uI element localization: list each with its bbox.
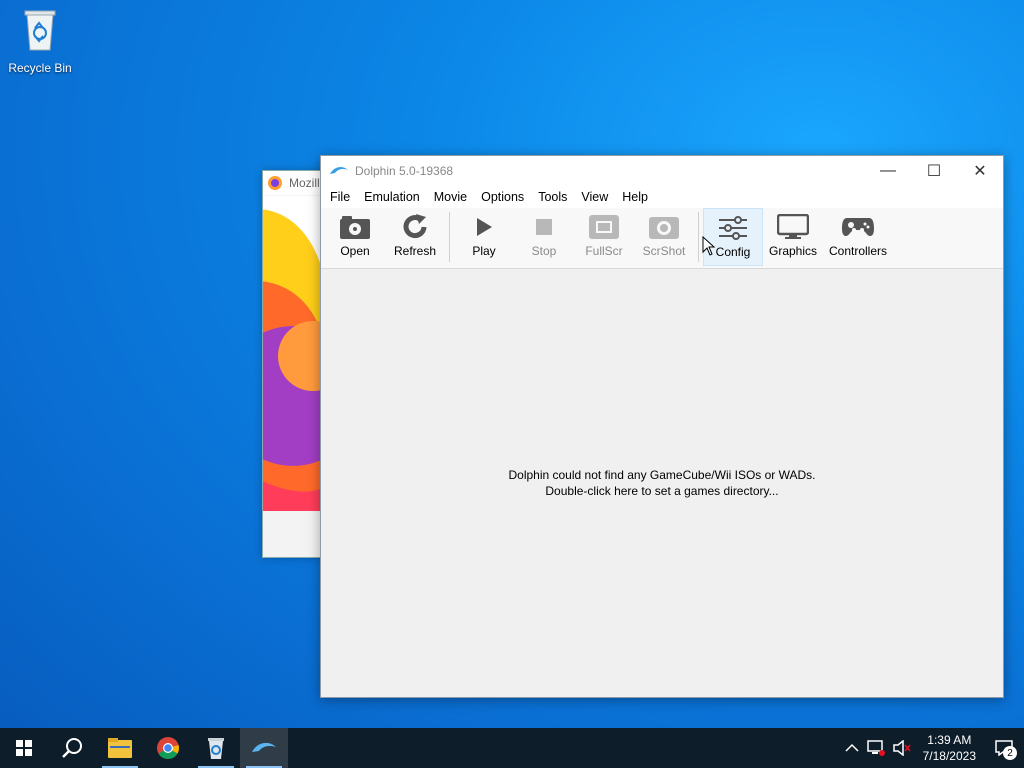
play-button[interactable]: Play	[454, 208, 514, 266]
recycle-app-icon	[208, 738, 224, 759]
refresh-label: Refresh	[393, 244, 437, 258]
taskbar-dolphin[interactable]	[240, 728, 288, 768]
fullscreen-button[interactable]: FullScr	[574, 208, 634, 266]
menu-file[interactable]: File	[323, 190, 357, 204]
empty-message-line2: Double-click here to set a games directo…	[545, 484, 779, 498]
camera-icon	[649, 217, 679, 239]
stop-label: Stop	[531, 244, 557, 258]
menu-tools[interactable]: Tools	[531, 190, 574, 204]
refresh-icon	[403, 214, 427, 239]
start-button[interactable]	[0, 728, 48, 768]
volume-muted-icon	[892, 740, 911, 756]
taskbar-file-explorer[interactable]	[96, 728, 144, 768]
open-label: Open	[340, 244, 370, 258]
browser-titlebar[interactable]: Mozill	[263, 171, 325, 195]
open-button[interactable]: Open	[325, 208, 385, 266]
window-titlebar[interactable]: Dolphin 5.0-19368 — ☐ ✕	[321, 156, 1003, 186]
menu-emulation[interactable]: Emulation	[357, 190, 427, 204]
close-button[interactable]: ✕	[957, 156, 1003, 186]
search-button[interactable]	[48, 728, 96, 768]
taskbar: 1:39 AM 7/18/2023 2	[0, 728, 1024, 768]
chrome-icon	[157, 737, 179, 759]
show-hidden-icons-button[interactable]	[841, 728, 863, 768]
play-icon	[477, 218, 492, 236]
refresh-button[interactable]: Refresh	[385, 208, 445, 266]
recycle-bin-icon	[24, 10, 56, 51]
recycle-bin-label: Recycle Bin	[8, 61, 72, 75]
controllers-button[interactable]: Controllers	[823, 208, 893, 266]
file-explorer-icon	[108, 738, 132, 758]
start-icon	[16, 740, 32, 756]
folder-open-icon	[340, 216, 370, 239]
minimize-button[interactable]: —	[865, 156, 911, 186]
dolphin-icon	[252, 742, 276, 752]
gamepad-icon	[842, 218, 874, 237]
network-button[interactable]	[863, 728, 889, 768]
menu-options[interactable]: Options	[474, 190, 531, 204]
menu-movie[interactable]: Movie	[427, 190, 474, 204]
toolbar: Open Refresh Play Stop FullScr ScrShot C…	[321, 208, 1003, 269]
stop-button[interactable]: Stop	[514, 208, 574, 266]
dolphin-app-icon	[330, 166, 348, 174]
toolbar-separator	[449, 212, 450, 262]
desktop-icon-recycle-bin[interactable]: Recycle Bin	[6, 6, 74, 75]
config-label: Config	[715, 245, 751, 259]
menu-bar: File Emulation Movie Options Tools View …	[321, 186, 1003, 208]
window-title: Dolphin 5.0-19368	[355, 164, 454, 178]
firefox-splash-art	[263, 196, 325, 511]
network-icon	[866, 740, 885, 756]
clock-time: 1:39 AM	[927, 733, 972, 747]
mouse-cursor-icon	[702, 236, 716, 256]
action-center-button[interactable]: 2	[984, 728, 1024, 768]
firefox-icon	[268, 176, 282, 190]
stop-icon	[536, 219, 552, 235]
taskbar-chrome[interactable]	[144, 728, 192, 768]
fullscreen-label: FullScr	[585, 244, 623, 258]
clock-date: 7/18/2023	[922, 749, 976, 763]
screenshot-button[interactable]: ScrShot	[634, 208, 694, 266]
graphics-label: Graphics	[768, 244, 818, 258]
toolbar-separator	[698, 212, 699, 262]
monitor-icon	[777, 214, 809, 239]
notification-count-badge: 2	[1003, 746, 1017, 760]
background-browser-window[interactable]: Mozill	[262, 170, 326, 558]
maximize-button[interactable]: ☐	[911, 156, 957, 186]
sliders-icon	[719, 216, 747, 240]
game-list-area[interactable]: Dolphin could not find any GameCube/Wii …	[321, 269, 1003, 697]
dolphin-window[interactable]: Dolphin 5.0-19368 — ☐ ✕ File Emulation M…	[320, 155, 1004, 698]
fullscreen-icon	[589, 215, 619, 239]
play-label: Play	[472, 244, 496, 258]
empty-message-line1: Dolphin could not find any GameCube/Wii …	[508, 468, 816, 482]
system-tray: 1:39 AM 7/18/2023 2	[841, 728, 1024, 768]
menu-view[interactable]: View	[574, 190, 615, 204]
browser-title: Mozill	[289, 176, 320, 190]
graphics-button[interactable]: Graphics	[763, 208, 823, 266]
screenshot-label: ScrShot	[642, 244, 686, 258]
controllers-label: Controllers	[828, 244, 888, 258]
taskbar-recycle-app[interactable]	[192, 728, 240, 768]
volume-button[interactable]	[889, 728, 915, 768]
menu-help[interactable]: Help	[615, 190, 655, 204]
clock[interactable]: 1:39 AM 7/18/2023	[915, 732, 984, 764]
chevron-up-icon	[845, 743, 859, 752]
empty-game-list-message[interactable]: Dolphin could not find any GameCube/Wii …	[321, 467, 1003, 499]
search-icon	[62, 738, 82, 758]
